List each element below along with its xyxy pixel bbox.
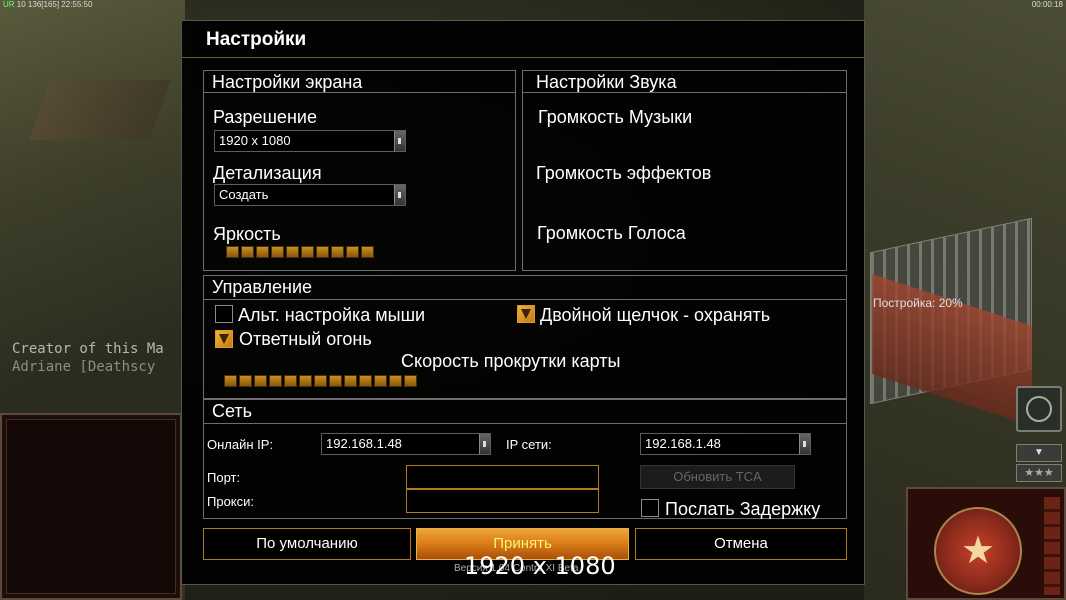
proxy-label: Прокси: xyxy=(207,494,255,509)
slider-segment[interactable] xyxy=(241,246,254,258)
screen-settings-section: Настройки экрана Разрешение 1920 x 1080 … xyxy=(203,70,516,271)
radar-toggle-button[interactable] xyxy=(1016,386,1062,432)
slider-segment[interactable] xyxy=(299,375,312,387)
detail-label: Детализация xyxy=(213,163,322,183)
slider-segment[interactable] xyxy=(286,246,299,258)
settings-dialog: Настройки Настройки экрана Разрешение 19… xyxy=(181,20,865,585)
double-click-label: Двойной щелчок - охранять xyxy=(540,305,771,325)
hud-bracket: [165] xyxy=(41,0,60,9)
hud-numbers: 10 136 xyxy=(16,0,42,9)
hud-topbar: UR 10 136[165] 22:55:50 00:00:18 xyxy=(0,0,1066,9)
hud-prefix: UR xyxy=(3,0,15,9)
hud-stats: UR 10 136[165] 22:55:50 xyxy=(3,0,92,9)
alt-mouse-label: Альт. настройка мыши xyxy=(238,305,426,325)
send-delay-label: Послать Задержку xyxy=(665,499,821,519)
voice-volume-label: Громкость Голоса xyxy=(537,223,686,243)
controls-header: Управление xyxy=(204,276,846,300)
radar-panel: ★ xyxy=(906,487,1066,600)
resolution-dropdown[interactable]: 1920 x 1080 xyxy=(214,130,406,152)
build-progress-text: Постройка: 20% xyxy=(873,296,963,310)
network-section: Сеть Онлайн IP: 192.168.1.48 IP сети: 19… xyxy=(203,399,847,519)
brightness-label: Яркость xyxy=(213,224,281,244)
scroll-speed-slider[interactable] xyxy=(224,375,417,387)
online-ip-label: Онлайн IP: xyxy=(207,437,274,452)
slider-segment[interactable] xyxy=(359,375,372,387)
proxy-field[interactable] xyxy=(406,489,599,513)
online-ip-dropdown[interactable]: 192.168.1.48 xyxy=(321,433,491,455)
screen-settings-header: Настройки экрана xyxy=(204,71,515,93)
double-click-checkbox[interactable] xyxy=(517,305,535,323)
online-ip-value: 192.168.1.48 xyxy=(326,436,402,451)
dialog-title: Настройки xyxy=(206,29,307,50)
slider-segment[interactable] xyxy=(256,246,269,258)
port-field[interactable] xyxy=(406,465,599,489)
port-label: Порт: xyxy=(207,470,241,485)
return-fire-checkbox[interactable] xyxy=(215,330,233,348)
map-credits: Creator of this Ma Adriane [Deathscy xyxy=(12,340,164,376)
dropdown-arrow-icon[interactable] xyxy=(394,131,405,151)
controls-section: Управление Альт. настройка мыши Двойной … xyxy=(203,275,847,399)
slider-segment[interactable] xyxy=(316,246,329,258)
sound-settings-header: Настройки Звука xyxy=(523,71,846,93)
network-header: Сеть xyxy=(204,400,846,424)
slider-segment[interactable] xyxy=(269,375,282,387)
slider-segment[interactable] xyxy=(344,375,357,387)
lan-ip-dropdown[interactable]: 192.168.1.48 xyxy=(640,433,811,455)
hud-timer: 00:00:18 xyxy=(1031,0,1063,9)
resolution-label: Разрешение xyxy=(213,107,317,127)
slider-segment[interactable] xyxy=(361,246,374,258)
sound-settings-section: Настройки Звука Громкость Музыки Громкос… xyxy=(522,70,847,271)
resolution-overlay: 1920 x 1080 xyxy=(464,552,616,580)
lan-ip-label: IP сети: xyxy=(506,437,552,452)
slider-segment[interactable] xyxy=(254,375,267,387)
slider-segment[interactable] xyxy=(389,375,402,387)
slider-segment[interactable] xyxy=(226,246,239,258)
slider-segment[interactable] xyxy=(404,375,417,387)
slider-segment[interactable] xyxy=(301,246,314,258)
slider-segment[interactable] xyxy=(329,375,342,387)
brightness-slider[interactable] xyxy=(226,246,374,258)
command-panel-left xyxy=(0,413,182,600)
slider-segment[interactable] xyxy=(284,375,297,387)
update-tca-button[interactable]: Обновить TCA xyxy=(640,465,795,489)
effects-volume-label: Громкость эффектов xyxy=(536,163,712,183)
hud-clock: 22:55:50 xyxy=(61,0,93,9)
alt-mouse-checkbox[interactable] xyxy=(215,305,233,323)
slider-segment[interactable] xyxy=(224,375,237,387)
resolution-value: 1920 x 1080 xyxy=(219,133,291,148)
rank-stars-button[interactable]: ★★★ xyxy=(1016,464,1062,482)
credits-line-2: Adriane [Deathscy xyxy=(12,359,156,375)
slider-segment[interactable] xyxy=(331,246,344,258)
lan-ip-value: 192.168.1.48 xyxy=(645,436,721,451)
dropdown-arrow-icon[interactable] xyxy=(479,434,490,454)
faction-emblem-icon: ★ xyxy=(934,507,1022,595)
slider-segment[interactable] xyxy=(314,375,327,387)
return-fire-label: Ответный огонь xyxy=(239,329,372,349)
cancel-button[interactable]: Отмена xyxy=(635,528,847,560)
scroll-speed-label: Скорость прокрутки карты xyxy=(401,351,621,371)
power-strip xyxy=(1044,497,1060,595)
slider-segment[interactable] xyxy=(374,375,387,387)
music-volume-label: Громкость Музыки xyxy=(538,107,693,127)
dropdown-arrow-icon[interactable] xyxy=(394,185,405,205)
credits-line-1: Creator of this Ma xyxy=(12,341,164,357)
slider-segment[interactable] xyxy=(271,246,284,258)
detail-value: Создать xyxy=(219,187,269,202)
dropdown-arrow-icon[interactable] xyxy=(799,434,810,454)
dialog-title-bar: Настройки xyxy=(182,21,864,58)
send-delay-checkbox[interactable] xyxy=(641,499,659,517)
default-button[interactable]: По умолчанию xyxy=(203,528,411,560)
slider-segment[interactable] xyxy=(239,375,252,387)
slider-segment[interactable] xyxy=(346,246,359,258)
detail-dropdown[interactable]: Создать xyxy=(214,184,406,206)
collapse-arrow-button[interactable]: ▼ xyxy=(1016,444,1062,462)
